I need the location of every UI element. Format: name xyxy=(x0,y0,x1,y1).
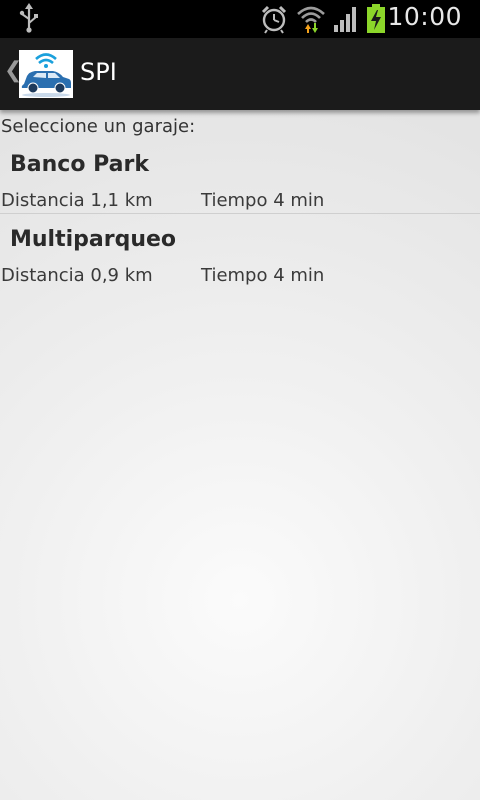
app-title: SPI xyxy=(80,58,117,86)
garage-distance: Distancia 1,1 km xyxy=(1,190,153,211)
garage-name: Multiparqueo xyxy=(10,227,177,252)
battery-charging-icon xyxy=(366,4,386,38)
usb-icon xyxy=(18,3,40,37)
list-divider xyxy=(0,213,480,214)
status-time: 10:00 xyxy=(387,2,462,31)
app-logo-car-wifi-icon[interactable] xyxy=(19,50,73,98)
garage-list-item[interactable]: Banco Park Distancia 1,1 km Tiempo 4 min xyxy=(0,152,480,226)
signal-icon xyxy=(332,5,360,37)
garage-time: Tiempo 4 min xyxy=(201,190,325,211)
status-bar: 10:00 xyxy=(0,0,480,38)
garage-list-item[interactable]: Multiparqueo Distancia 0,9 km Tiempo 4 m… xyxy=(0,227,480,301)
garage-distance: Distancia 0,9 km xyxy=(1,265,153,286)
select-garage-prompt: Seleccione un garaje: xyxy=(1,116,196,137)
wifi-icon xyxy=(296,4,326,38)
alarm-icon xyxy=(260,4,288,38)
garage-time: Tiempo 4 min xyxy=(201,265,325,286)
action-bar: ❮ SPI xyxy=(0,38,480,110)
garage-name: Banco Park xyxy=(10,152,149,177)
